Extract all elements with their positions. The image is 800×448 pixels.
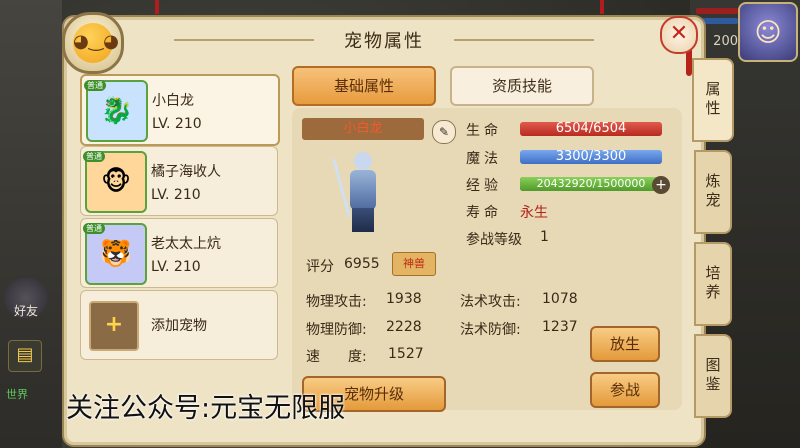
pet-name: 小白龙 — [152, 93, 194, 109]
phys-def-value: 2228 — [386, 319, 422, 335]
top-ribbon-left — [155, 0, 159, 14]
dragon-icon: 🐉 — [100, 96, 134, 126]
pet-list-item-2[interactable]: 🐵 普通 橘子海收人 LV. 210 — [80, 146, 278, 216]
pet-badge: 普通 — [83, 151, 105, 162]
speed-label: 速 度: — [306, 349, 367, 365]
mag-atk-label: 法术攻击: — [460, 294, 521, 310]
plus-icon: + — [104, 312, 124, 337]
top-ribbon-right — [600, 0, 604, 14]
hp-label: 生命 — [466, 123, 502, 139]
page-title: 宠物属性 — [344, 31, 424, 52]
pet-badge: 普通 — [84, 80, 106, 91]
hp-bar: 6504/6504 — [520, 122, 662, 136]
exp-bar: 20432920/1500000 — [520, 177, 662, 191]
tab-aptitude-skills[interactable]: 资质技能 — [450, 66, 594, 106]
player-avatar[interactable]: ☺ — [738, 2, 798, 62]
battle-button[interactable]: 参战 — [590, 372, 660, 408]
edit-icon[interactable]: ✎ — [432, 120, 456, 144]
close-button[interactable]: ✕ — [660, 16, 698, 54]
pet-list: 🐉 普通 小白龙 LV. 210 🐵 普通 橘子海收人 LV. 210 🐯 普通… — [80, 74, 280, 360]
exp-label: 经验 — [466, 178, 502, 194]
sprite-sword — [332, 158, 351, 218]
pet-emblem: ◕‿◕ — [62, 12, 124, 74]
rating-badge: 神兽 — [392, 252, 436, 276]
sprite-legs — [352, 208, 374, 232]
lifespan-value: 永生 — [520, 205, 548, 221]
pet-level: LV. 210 — [151, 187, 201, 203]
chat-bubble-icon: ▤ — [16, 344, 34, 365]
side-tab-codex[interactable]: 图鉴 — [694, 334, 732, 418]
rating-value: 6955 — [344, 256, 380, 272]
pet-list-item-1[interactable]: 🐉 普通 小白龙 LV. 210 — [80, 74, 280, 146]
phys-atk-label: 物理攻击: — [306, 294, 367, 310]
sprite-body — [350, 170, 376, 210]
pet-nameplate: 小白龙 — [302, 118, 424, 140]
tiger-icon: 🐯 — [99, 239, 133, 269]
add-pet-box: + — [89, 301, 139, 351]
lifespan-label: 寿命 — [466, 205, 502, 221]
title-bar: 宠物属性 — [64, 17, 704, 61]
pet-badge: 普通 — [83, 223, 105, 234]
battle-level-label: 参战等级 — [466, 232, 522, 248]
rating-label: 评分 — [306, 259, 334, 275]
mp-label: 魔法 — [466, 151, 502, 167]
pet-sprite — [332, 150, 390, 234]
exp-plus-button[interactable]: + — [652, 176, 670, 194]
tab-basic-attributes[interactable]: 基础属性 — [292, 66, 436, 106]
character-portrait-icon: ☺ — [754, 18, 782, 48]
pet-list-item-3[interactable]: 🐯 普通 老太太上炕 LV. 210 — [80, 218, 278, 288]
battle-level-value: 1 — [540, 229, 549, 245]
pet-level: LV. 210 — [151, 259, 201, 275]
mag-def-value: 1237 — [542, 319, 578, 335]
add-pet-item[interactable]: + 添加宠物 — [80, 290, 278, 360]
side-tab-attributes[interactable]: 属性 — [692, 58, 734, 142]
watermark-text: 关注公众号:元宝无限服 — [66, 393, 346, 424]
speed-value: 1527 — [388, 346, 424, 362]
add-pet-label: 添加宠物 — [151, 318, 207, 334]
player-stat-number: 200 — [713, 34, 738, 49]
pet-level: LV. 210 — [152, 116, 202, 132]
side-tab-train[interactable]: 培养 — [694, 242, 732, 326]
mag-atk-value: 1078 — [542, 291, 578, 307]
pet-name: 橘子海收人 — [151, 164, 221, 180]
sprite-head — [354, 152, 372, 170]
mag-def-label: 法术防御: — [460, 322, 521, 338]
monkey-icon: 🐵 — [100, 167, 132, 197]
side-tab-refine[interactable]: 炼宠 — [694, 150, 732, 234]
exp-value: 20432920/1500000 — [536, 177, 646, 190]
friend-label: 好友 — [14, 304, 39, 318]
phys-atk-value: 1938 — [386, 291, 422, 307]
close-icon: ✕ — [669, 21, 689, 46]
chat-button[interactable]: ▤ — [8, 340, 42, 372]
smiley-icon: ◕‿◕ — [73, 23, 119, 63]
world-channel-label: 世界 — [6, 388, 28, 401]
release-button[interactable]: 放生 — [590, 326, 660, 362]
pet-name: 老太太上炕 — [151, 236, 221, 252]
phys-def-label: 物理防御: — [306, 322, 367, 338]
mp-bar: 3300/3300 — [520, 150, 662, 164]
left-scene-strip — [0, 0, 62, 448]
player-hp-bar — [696, 8, 738, 14]
